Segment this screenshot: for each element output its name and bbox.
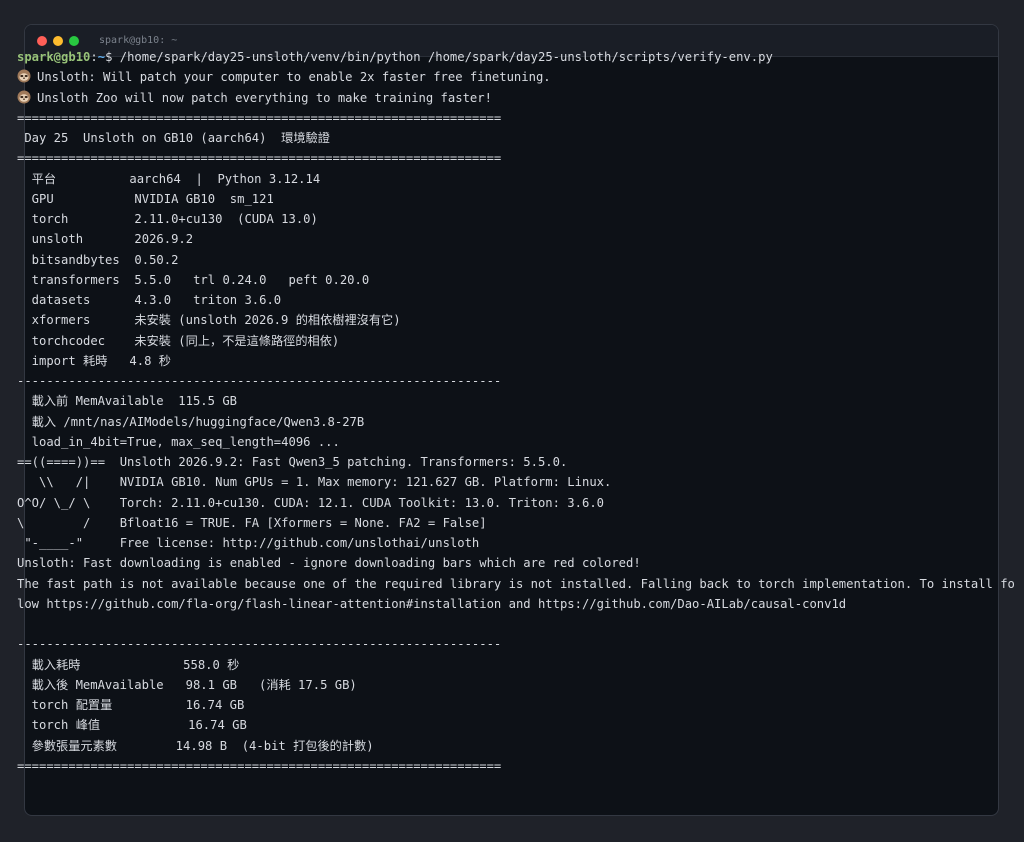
output-line: ----------------------------------------…: [17, 637, 502, 652]
output-line: 載入前 MemAvailable 115.5 GB: [17, 394, 237, 409]
output-line: ----------------------------------------…: [17, 374, 502, 388]
output-line: O^O/ \_/ \ Torch: 2.11.0+cu130. CUDA: 12…: [17, 495, 604, 510]
output-line: ==((====))== Unsloth 2026.9.2: Fast Qwen…: [17, 455, 568, 469]
output-line: torchcodec 未安裝 (同上，不是這條路徑的相依): [17, 333, 340, 348]
sloth-icon: [17, 69, 31, 83]
output-line: The fast path is not available because o…: [17, 576, 1014, 591]
prompt-symbol: $: [105, 50, 120, 64]
output-line: ========================================…: [17, 110, 502, 125]
banner-text: Unsloth Zoo will now patch everything to…: [37, 90, 492, 105]
prompt-separator: :: [90, 50, 98, 64]
command-line: spark@gb10:~$ /home/spark/day25-unsloth/…: [17, 47, 1014, 67]
output-line: Unsloth: Fast downloading is enabled - i…: [17, 556, 641, 571]
output-line: 載入耗時 558.0 秒: [17, 657, 240, 672]
prompt-path: ~: [97, 50, 106, 64]
prompt-user-host: spark@gb10: [17, 50, 91, 64]
output-line: import 耗時 4.8 秒: [17, 353, 171, 368]
close-button[interactable]: [37, 35, 47, 46]
output-line: low https://github.com/fla-org/flash-lin…: [17, 596, 847, 611]
output-line: xformers 未安裝 (unsloth 2026.9 的相依樹裡沒有它): [17, 313, 401, 328]
output-line: unsloth 2026.9.2: [17, 232, 194, 247]
output-line: \ / Bfloat16 = TRUE. FA [Xformers = None…: [17, 515, 487, 530]
output-line: 參數張量元素數 14.98 B (4-bit 打包後的計數): [17, 738, 374, 753]
minimize-button[interactable]: [53, 35, 63, 46]
output-line: datasets 4.3.0 triton 3.6.0: [17, 293, 282, 307]
terminal-output[interactable]: spark@gb10:~$ /home/spark/day25-unsloth/…: [17, 47, 1014, 776]
output-line: \\ /| NVIDIA GB10. Num GPUs = 1. Max mem…: [17, 475, 612, 490]
banner-line: Unsloth: Will patch your computer to ena…: [17, 67, 1014, 87]
output-line: load_in_4bit=True, max_seq_length=4096 .…: [17, 434, 340, 449]
sloth-icon: [17, 90, 31, 104]
output-line: transformers 5.5.0 trl 0.24.0 peft 0.20.…: [17, 272, 370, 287]
maximize-button[interactable]: [69, 35, 79, 46]
output-line: Day 25 Unsloth on GB10 (aarch64) 環境驗證: [17, 131, 330, 145]
banner-line: Unsloth Zoo will now patch everything to…: [17, 88, 1014, 108]
output-line: ========================================…: [17, 151, 502, 166]
banner-text: Unsloth: Will patch your computer to ena…: [37, 70, 551, 85]
command-text: /home/spark/day25-unsloth/venv/bin/pytho…: [119, 50, 773, 64]
output-line: "-____-" Free license: http://github.com…: [17, 536, 480, 550]
output-line: 載入 /mnt/nas/AIModels/huggingface/Qwen3.8…: [17, 414, 365, 429]
output-line: bitsandbytes 0.50.2: [17, 252, 179, 267]
output-line: torch 峰值 16.74 GB: [17, 718, 247, 733]
output-line: 平台 aarch64 | Python 3.12.14: [17, 171, 321, 186]
window-title: spark@gb10: ~: [99, 35, 178, 46]
output-line: ========================================…: [17, 758, 502, 773]
output-line: 載入後 MemAvailable 98.1 GB (消耗 17.5 GB): [17, 677, 357, 692]
output-line: torch 2.11.0+cu130 (CUDA 13.0): [17, 212, 318, 226]
output-line: GPU NVIDIA GB10 sm_121: [17, 191, 274, 206]
output-line: torch 配置量 16.74 GB: [17, 698, 245, 712]
